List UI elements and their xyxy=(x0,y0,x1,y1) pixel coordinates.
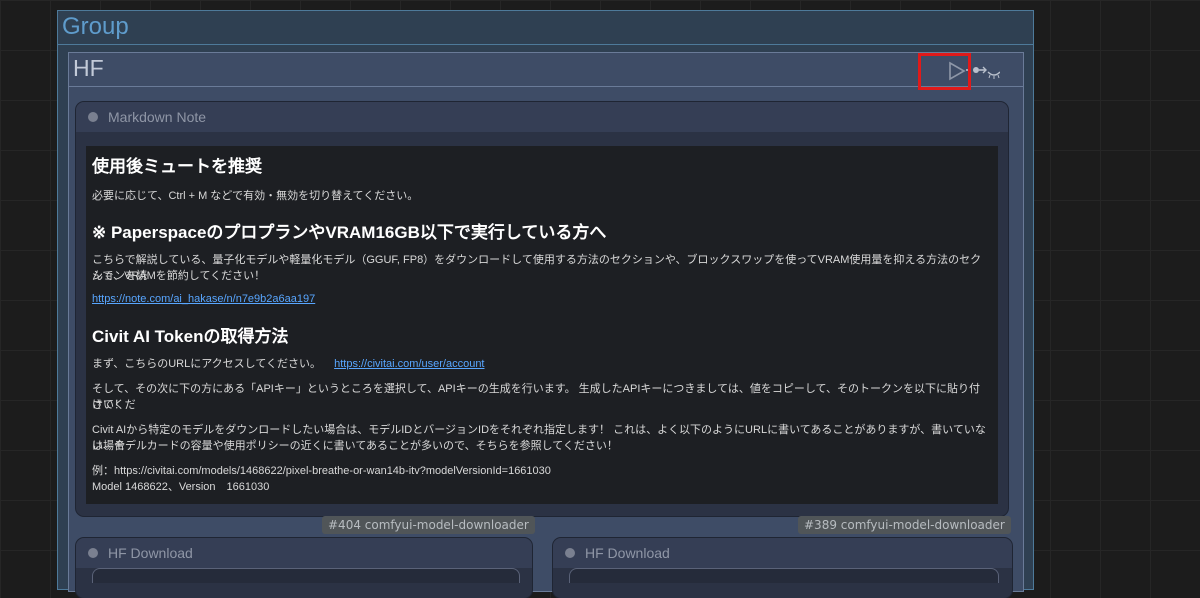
group-divider xyxy=(58,44,1033,45)
group-title[interactable]: Group xyxy=(62,13,129,41)
md-heading: Civit AI Tokenの取得方法 xyxy=(92,327,289,346)
node-badge: #404 comfyui-model-downloader xyxy=(322,516,535,534)
md-paragraph: 例：https://civitai.com/models/1468622/pix… xyxy=(92,465,551,477)
node-title: Markdown Note xyxy=(108,109,207,125)
md-paragraph: さい！ xyxy=(92,399,125,411)
md-paragraph: Model 1468622、Version 1661030 xyxy=(92,481,270,493)
collapse-dot-icon[interactable] xyxy=(88,112,98,122)
node-title: HF Download xyxy=(585,545,670,561)
markdown-content[interactable]: 使用後ミュートを推奨 必要に応じて、Ctrl + M などで有効・無効を切り替え… xyxy=(86,146,998,504)
md-paragraph: は、モデルカードの容量や使用ポリシーの近くに書いてあることが多いので、そちらを参… xyxy=(92,440,618,452)
collapse-dot-icon[interactable] xyxy=(88,548,98,558)
subgroup-title[interactable]: HF xyxy=(73,55,104,82)
node-title: HF Download xyxy=(108,545,193,561)
md-heading: 使用後ミュートを推奨 xyxy=(92,157,262,176)
md-paragraph: んで、VRAMを節約してください！ xyxy=(92,270,266,282)
md-paragraph: 必要に応じて、Ctrl + M などで有効・無効を切り替えてください。 xyxy=(92,190,419,202)
bypass-icon[interactable] xyxy=(966,64,1000,80)
node-header[interactable]: HF Download xyxy=(76,538,532,568)
md-paragraph: まず、こちらのURLにアクセスしてください。 xyxy=(92,358,322,370)
node-header[interactable]: Markdown Note xyxy=(76,102,1008,132)
subgroup-divider xyxy=(69,86,1023,87)
collapse-dot-icon[interactable] xyxy=(565,548,575,558)
md-link[interactable]: https://civitai.com/user/account xyxy=(334,358,484,370)
md-link[interactable]: https://note.com/ai_hakase/n/n7e9b2a6aa1… xyxy=(92,293,315,305)
node-badge: #389 comfyui-model-downloader xyxy=(798,516,1011,534)
highlight-box xyxy=(918,53,971,90)
node-header[interactable]: HF Download xyxy=(553,538,1012,568)
md-heading: ※ PaperspaceのプロプランやVRAM16GB以下で実行している方へ xyxy=(92,223,607,242)
